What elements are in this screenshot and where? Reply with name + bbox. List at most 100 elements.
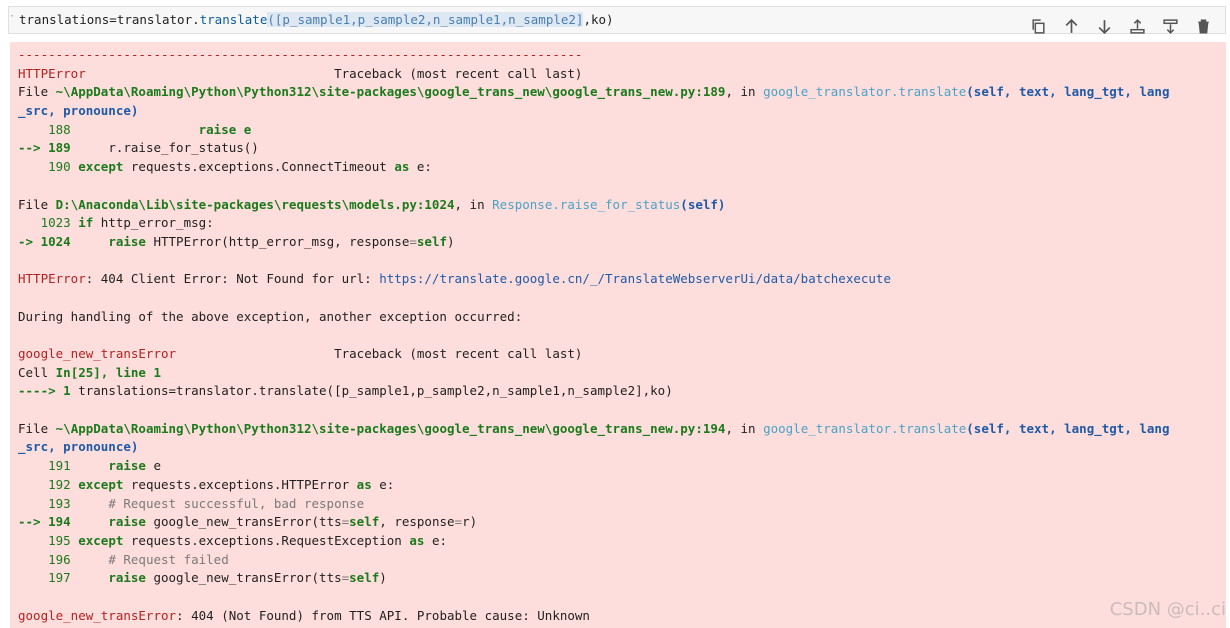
code-comment: # Request successful, bad response xyxy=(70,495,365,511)
code-line-197: 197 raise google_new_transError(tts=self… xyxy=(18,569,1226,588)
code-line-192: 192 except requests.exceptions.HTTPError… xyxy=(18,476,1226,495)
frame-header: File D:\Anaconda\Lib\site-packages\reque… xyxy=(18,196,726,212)
code-cell-input[interactable]: · translations=translator.translate([p_s… xyxy=(8,6,1226,34)
keyword: except xyxy=(70,532,124,548)
arrow-up-icon xyxy=(1065,18,1077,33)
line-code: requests.exceptions.ConnectTimeout xyxy=(123,159,395,175)
frame-args: (self, text, lang_tgt, lang xyxy=(966,84,1170,100)
code-line-194: --> 194 raise google_new_transError(tts =… xyxy=(18,513,1226,532)
line-number: 192 xyxy=(18,476,71,492)
line-arrow: -> 1024 xyxy=(18,233,71,249)
line-number: 191 xyxy=(18,458,71,474)
traceback-label: Traceback (most recent call last) xyxy=(85,65,583,81)
cell-label: Cell xyxy=(18,364,56,380)
watermark: CSDN @ci..ci xyxy=(1109,599,1226,620)
line-arrow: --> 189 xyxy=(18,140,71,156)
line-number: 195 xyxy=(18,532,71,548)
error-type: google_new_transError xyxy=(18,346,177,361)
move-up-button[interactable] xyxy=(1059,15,1083,37)
frame-func: google_translator.translate xyxy=(763,84,967,100)
frame-args-cont: _src, pronounce) xyxy=(18,103,139,119)
line-number: 188 xyxy=(18,121,71,137)
frame-args: (self, text, lang_tgt, lang xyxy=(966,420,1170,436)
line-code: google_new_transError(tts xyxy=(145,514,342,530)
code-line-196: 196 # Request failed xyxy=(18,551,1226,570)
frame-in: , in xyxy=(454,196,493,212)
frame-in: , in xyxy=(725,420,764,436)
trash-icon xyxy=(1197,18,1209,34)
line-number: 193 xyxy=(18,495,71,511)
arrow-down-icon xyxy=(1098,19,1110,34)
keyword: as xyxy=(394,159,410,175)
traceback-header: google_new_transError Traceback (most re… xyxy=(18,345,1226,364)
error-type: HTTPError xyxy=(18,65,86,81)
code-line[interactable]: translations=translator.translate([p_sam… xyxy=(19,12,614,27)
error-url-link[interactable]: https://translate.google.cn/_/TranslateW… xyxy=(379,271,891,286)
code-method: translate xyxy=(199,12,268,27)
move-down-button[interactable] xyxy=(1092,15,1116,37)
code-line-1024: -> 1024 raise HTTPError(http_error_msg, … xyxy=(18,233,1226,252)
keyword: self xyxy=(349,514,380,530)
code-line-188: 188 raise e xyxy=(18,121,1226,140)
code-line-189: --> 189 r.raise_for_status() xyxy=(18,139,1226,158)
keyword: self xyxy=(416,233,447,249)
line-arrow: --> 194 xyxy=(18,514,71,530)
error-message: HTTPError: 404 Client Error: Not Found f… xyxy=(18,270,1226,289)
line-number: 197 xyxy=(18,570,71,586)
line-arrow: ----> 1 xyxy=(18,383,71,399)
code-bracket: ( xyxy=(267,12,275,27)
insert-below-button[interactable] xyxy=(1158,15,1182,37)
keyword: raise xyxy=(70,570,146,586)
cell-ref-line: Cell In[25], line 1 xyxy=(18,364,1226,383)
error-text: : 404 (Not Found) from TTS API. Probable… xyxy=(176,607,590,623)
error-text: : 404 Client Error: Not Found for url: xyxy=(85,271,380,287)
frame-in: , in xyxy=(725,84,764,100)
traceback-header: HTTPError Traceback (most recent call la… xyxy=(18,65,1226,84)
line-code: e xyxy=(145,458,162,474)
cell-gutter-marker: · xyxy=(9,11,16,22)
keyword: except xyxy=(70,159,124,175)
traceback-label: Traceback (most recent call last) xyxy=(176,346,583,361)
line-code: , response xyxy=(379,514,455,530)
cell-code-line: ----> 1 translations=translator.translat… xyxy=(18,382,1226,401)
insert-above-icon xyxy=(1129,18,1145,34)
line-code: requests.exceptions.HTTPError xyxy=(123,476,357,492)
error-type: google_new_transError xyxy=(18,607,177,623)
keyword: raise xyxy=(70,233,146,249)
line-code: requests.exceptions.RequestException xyxy=(123,532,410,548)
keyword: as xyxy=(356,476,372,492)
keyword: except xyxy=(70,476,124,492)
separator-line: ----------------------------------------… xyxy=(18,47,583,62)
code-list-arg: [p_sample1,p_sample2,n_sample1,n_sample2… xyxy=(274,12,584,27)
code-line-191: 191 raise e xyxy=(18,457,1226,476)
line-code: ) xyxy=(379,570,387,586)
code-comment: # Request failed xyxy=(70,551,229,567)
insert-below-icon xyxy=(1162,18,1178,34)
frame-file: ~\AppData\Roaming\Python\Python312\site-… xyxy=(55,420,726,436)
line-number: 1023 xyxy=(18,215,71,231)
insert-above-button[interactable] xyxy=(1125,15,1149,37)
line-code: http_error_msg: xyxy=(93,215,214,231)
keyword: self xyxy=(349,570,380,586)
copy-button[interactable] xyxy=(1026,15,1050,37)
during-handling-text: During handling of the above exception, … xyxy=(18,308,523,324)
line-code: e: xyxy=(424,532,447,548)
delete-cell-button[interactable] xyxy=(1191,15,1215,37)
keyword: as xyxy=(409,532,425,548)
keyword: if xyxy=(70,215,94,231)
frame-header: File ~\AppData\Roaming\Python\Python312\… xyxy=(18,420,1170,436)
error-type: HTTPError xyxy=(18,271,86,287)
line-code: translations=translator.translate([p_sam… xyxy=(70,383,673,399)
copy-icon xyxy=(1031,18,1045,34)
cell-toolbar xyxy=(1026,15,1215,37)
line-code: e: xyxy=(371,476,395,492)
operator: = xyxy=(454,514,463,530)
frame-header: File ~\AppData\Roaming\Python\Python312\… xyxy=(18,84,1170,100)
frame-file: ~\AppData\Roaming\Python\Python312\site-… xyxy=(55,84,726,100)
frame-file: D:\Anaconda\Lib\site-packages\requests\m… xyxy=(55,196,455,212)
code-line-195: 195 except requests.exceptions.RequestEx… xyxy=(18,532,1226,551)
